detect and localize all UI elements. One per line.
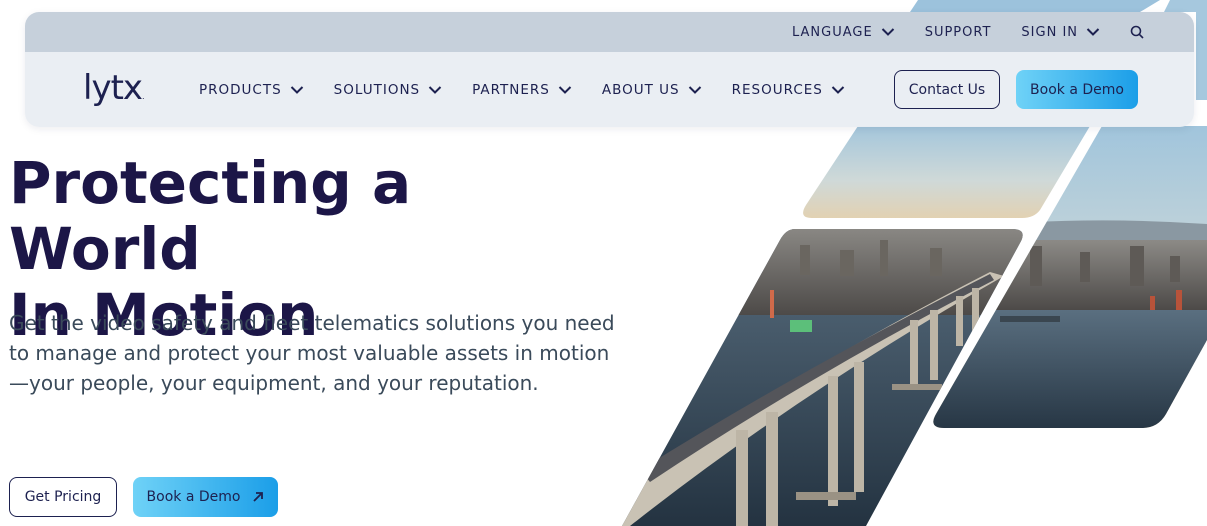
- menu-label: PARTNERS: [472, 81, 550, 98]
- menu-label: PRODUCTS: [199, 81, 282, 98]
- chevron-down-icon: [1086, 28, 1100, 36]
- book-demo-nav-button[interactable]: Book a Demo: [1016, 70, 1138, 109]
- menu-label: RESOURCES: [731, 81, 823, 98]
- language-label: LANGUAGE: [792, 24, 873, 40]
- get-pricing-button[interactable]: Get Pricing: [9, 477, 117, 517]
- main-nav: lytx. PRODUCTS SOLUTIONS PARTNERS ABOUT …: [25, 52, 1194, 127]
- logo-text: lytx: [83, 68, 143, 108]
- primary-menu: PRODUCTS SOLUTIONS PARTNERS ABOUT US RES…: [199, 52, 875, 127]
- chevron-down-icon: [558, 85, 572, 94]
- chevron-down-icon: [290, 85, 303, 94]
- menu-label: SOLUTIONS: [333, 81, 421, 98]
- book-demo-label: Book a Demo: [146, 489, 241, 505]
- search-button[interactable]: [1130, 25, 1144, 39]
- menu-item-solutions[interactable]: SOLUTIONS: [334, 82, 442, 98]
- menu-item-about-us[interactable]: ABOUT US: [602, 82, 702, 98]
- sign-in-menu[interactable]: SIGN IN: [1021, 25, 1100, 40]
- chevron-down-icon: [881, 28, 894, 36]
- utility-bar: LANGUAGE SUPPORT SIGN IN: [25, 12, 1194, 52]
- site-header: LANGUAGE SUPPORT SIGN IN lytx. PRODUCTS …: [25, 12, 1194, 127]
- arrow-up-right-icon: [253, 492, 264, 502]
- lytx-logo[interactable]: lytx.: [83, 68, 144, 117]
- menu-item-resources[interactable]: RESOURCES: [732, 82, 845, 98]
- menu-item-partners[interactable]: PARTNERS: [472, 82, 572, 98]
- chevron-down-icon: [831, 85, 845, 94]
- book-demo-hero-button[interactable]: Book a Demo: [133, 477, 278, 517]
- support-label: SUPPORT: [924, 24, 992, 40]
- search-icon: [1130, 25, 1144, 39]
- menu-item-products[interactable]: PRODUCTS: [199, 82, 304, 98]
- chevron-down-icon: [688, 85, 701, 94]
- language-selector[interactable]: LANGUAGE: [792, 25, 895, 40]
- sign-in-label: SIGN IN: [1021, 24, 1078, 40]
- hero-subtitle: Get the video safety and fleet telematic…: [9, 311, 615, 395]
- hero-title-line-1: Protecting a World: [9, 149, 412, 283]
- contact-us-button[interactable]: Contact Us: [894, 70, 1000, 109]
- menu-label: ABOUT US: [601, 81, 680, 98]
- support-link[interactable]: SUPPORT: [925, 25, 992, 40]
- chevron-down-icon: [428, 85, 442, 94]
- logo-mark: .: [142, 92, 144, 101]
